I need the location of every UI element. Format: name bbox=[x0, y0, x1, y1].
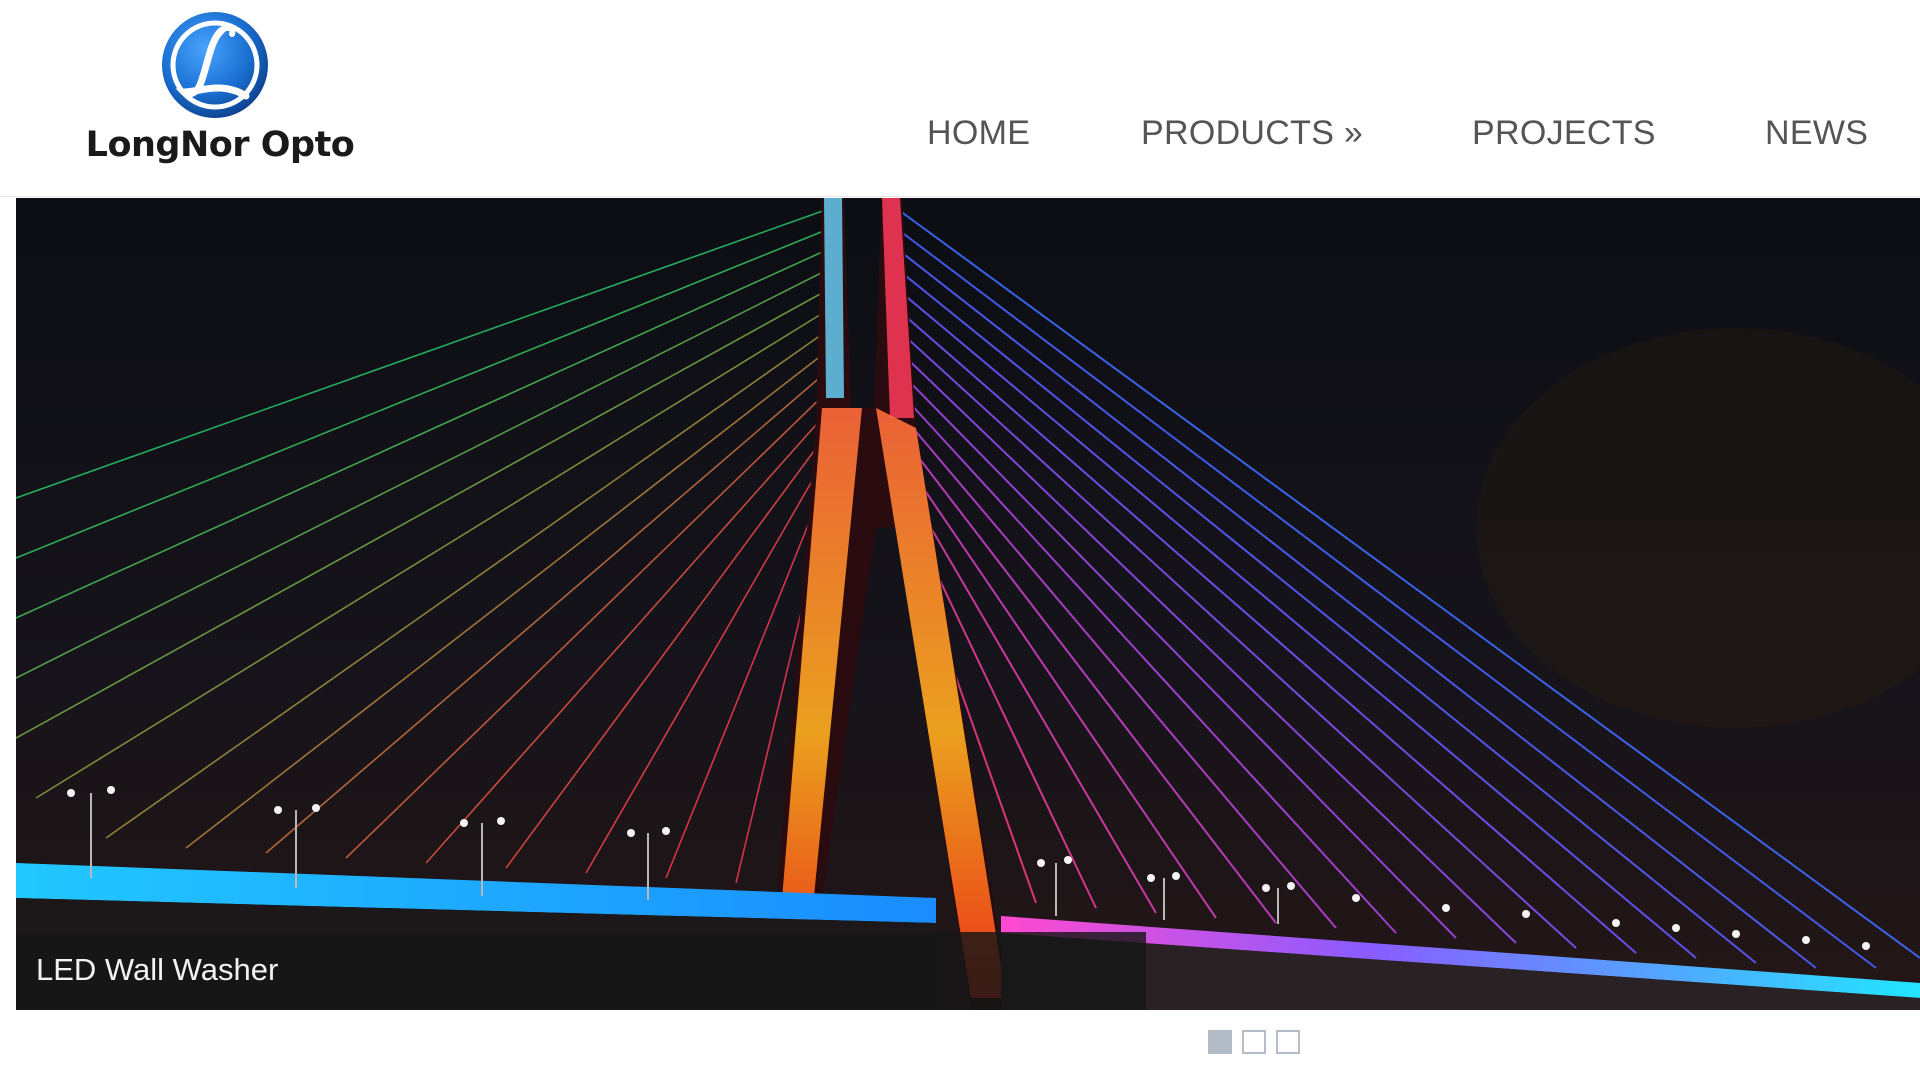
nav-home[interactable]: HOME bbox=[927, 114, 1030, 153]
pager-dot-3[interactable] bbox=[1276, 1030, 1300, 1054]
main-nav: HOME PRODUCTS » PROJECTS NEWS bbox=[0, 114, 1920, 156]
bridge-night-image bbox=[16, 198, 1920, 1010]
pager-dot-1[interactable] bbox=[1208, 1030, 1232, 1054]
nav-products[interactable]: PRODUCTS » bbox=[1141, 114, 1363, 153]
pager-dot-2[interactable] bbox=[1242, 1030, 1266, 1054]
header-divider bbox=[0, 196, 1920, 197]
slide-caption: LED Wall Washer bbox=[16, 932, 1146, 1010]
longnor-logo-icon bbox=[162, 12, 268, 118]
site-header: LongNor Opto HOME PRODUCTS » PROJECTS NE… bbox=[0, 0, 1920, 196]
nav-projects[interactable]: PROJECTS bbox=[1472, 114, 1656, 153]
nav-news[interactable]: NEWS bbox=[1765, 114, 1868, 153]
slide-caption-text: LED Wall Washer bbox=[36, 952, 279, 987]
hero-slider[interactable]: LED Wall Washer bbox=[16, 198, 1920, 1010]
